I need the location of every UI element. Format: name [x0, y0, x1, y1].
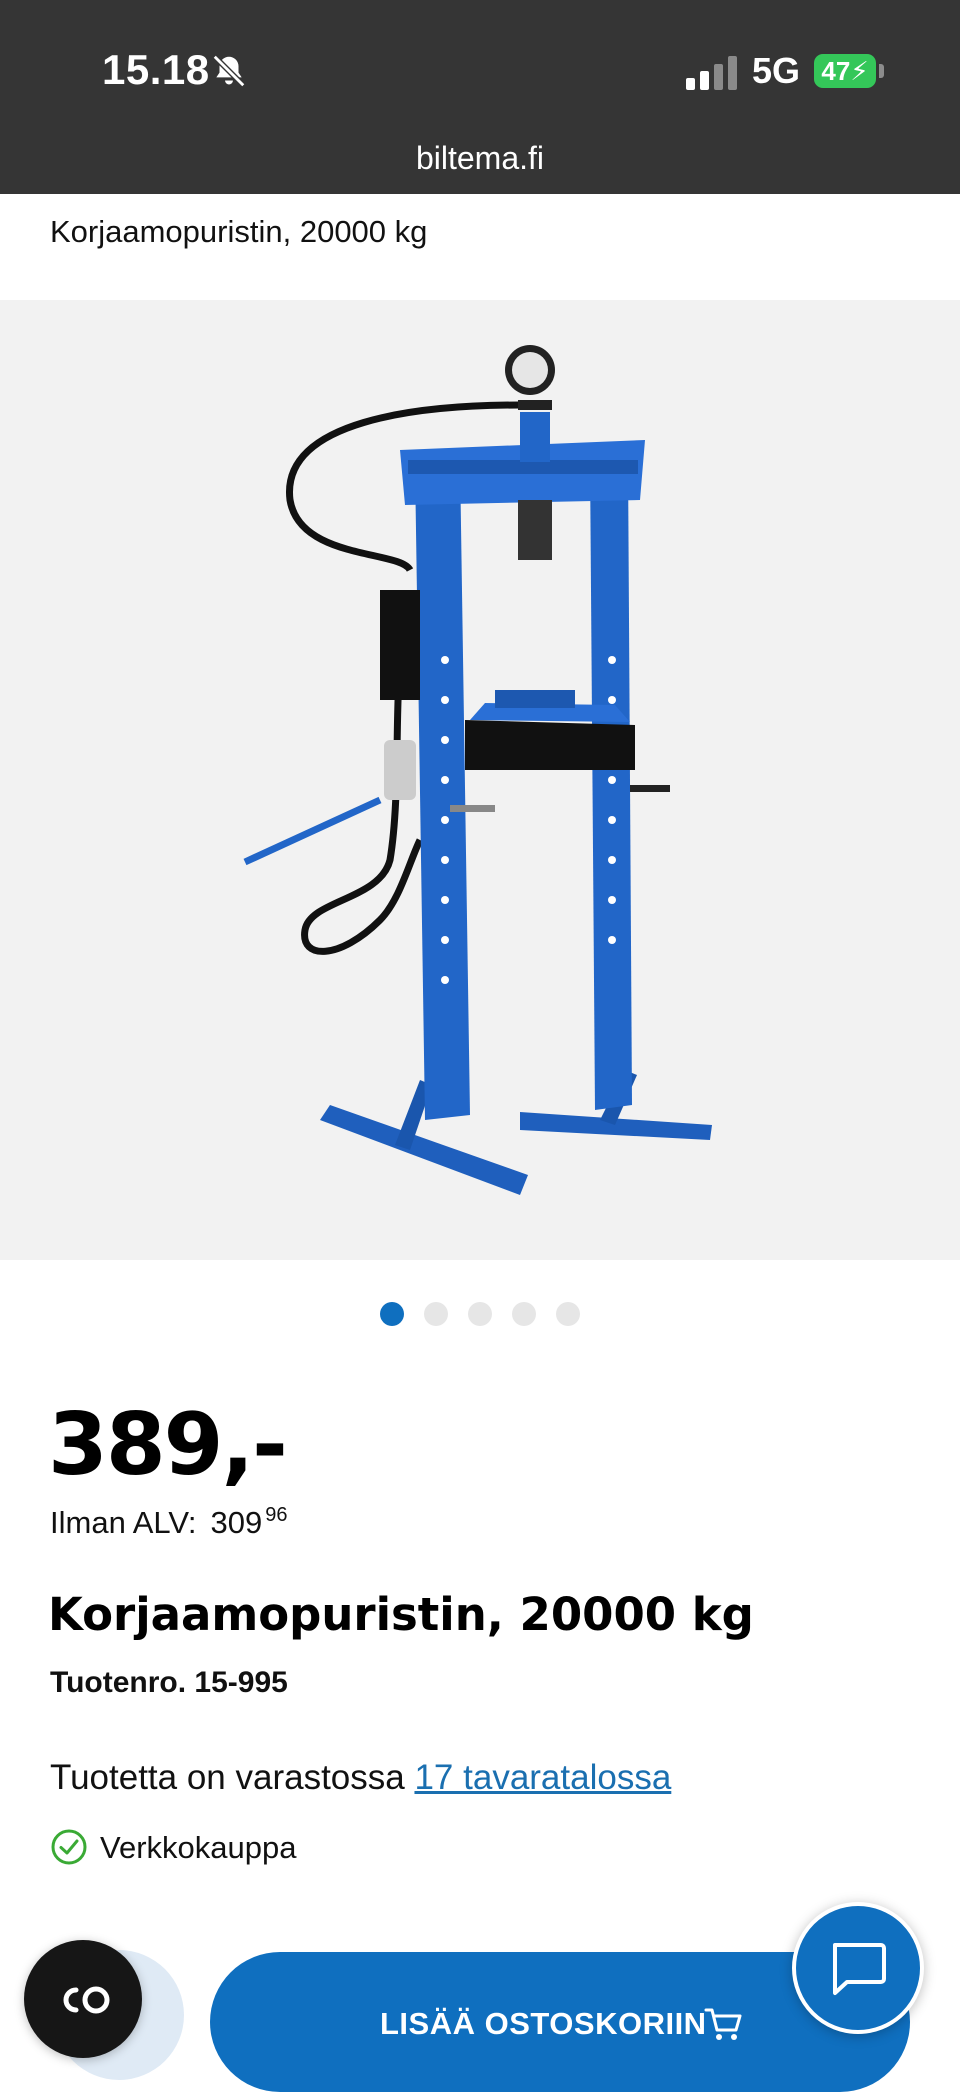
product-title: Korjaamopuristin, 20000 kg: [48, 1588, 754, 1641]
store-availability-link[interactable]: 17 tavaratalossa: [414, 1758, 671, 1797]
cookie-settings-icon: [63, 1986, 110, 2014]
battery-icon: 47⚡: [814, 54, 876, 88]
charging-bolt-icon: ⚡: [850, 56, 869, 86]
chat-button[interactable]: [792, 1902, 924, 2034]
gallery-dot-2[interactable]: [424, 1302, 448, 1326]
gallery-dot-1[interactable]: [380, 1302, 404, 1326]
status-time: 15.18: [102, 46, 210, 93]
stock-status: Tuotetta on varastossa 17 tavaratalossa: [50, 1758, 671, 1798]
online-label: Verkkokauppa: [100, 1830, 297, 1865]
battery-cap: [879, 64, 884, 78]
status-bar: 15.18 5G 47⚡ biltema.fi: [0, 0, 960, 194]
stock-text: Tuotetta on varastossa: [50, 1758, 405, 1797]
price-without-vat: Ilman ALV: 309 96: [50, 1504, 287, 1541]
product-image-gallery[interactable]: [0, 300, 960, 1260]
gallery-dot-3[interactable]: [468, 1302, 492, 1326]
vat-label: Ilman ALV:: [50, 1505, 197, 1540]
signal-icon: [686, 56, 737, 90]
network-label: 5G: [752, 50, 801, 91]
shopping-cart-icon: [704, 2008, 742, 2040]
battery-level: 47: [821, 56, 851, 86]
vat-price-cents: 96: [265, 1504, 288, 1526]
sticky-product-title: Korjaamopuristin, 20000 kg: [50, 214, 428, 249]
check-circle-icon: [51, 1829, 87, 1865]
url-bar[interactable]: biltema.fi: [0, 140, 960, 177]
product-price: 389,-: [48, 1395, 288, 1495]
gallery-pagination: [380, 1302, 580, 1326]
gallery-dot-5[interactable]: [556, 1302, 580, 1326]
product-number: Tuotenro. 15-995: [50, 1666, 288, 1699]
product-image: [243, 345, 712, 1195]
gallery-dot-4[interactable]: [512, 1302, 536, 1326]
cookie-settings-button[interactable]: [24, 1940, 142, 2058]
silent-bell-icon: [212, 54, 246, 88]
chat-bubble-icon: [833, 1943, 886, 1995]
add-to-cart-label: LISÄÄ OSTOSKORIIN: [380, 2006, 707, 2041]
vat-price: 309: [210, 1505, 263, 1540]
